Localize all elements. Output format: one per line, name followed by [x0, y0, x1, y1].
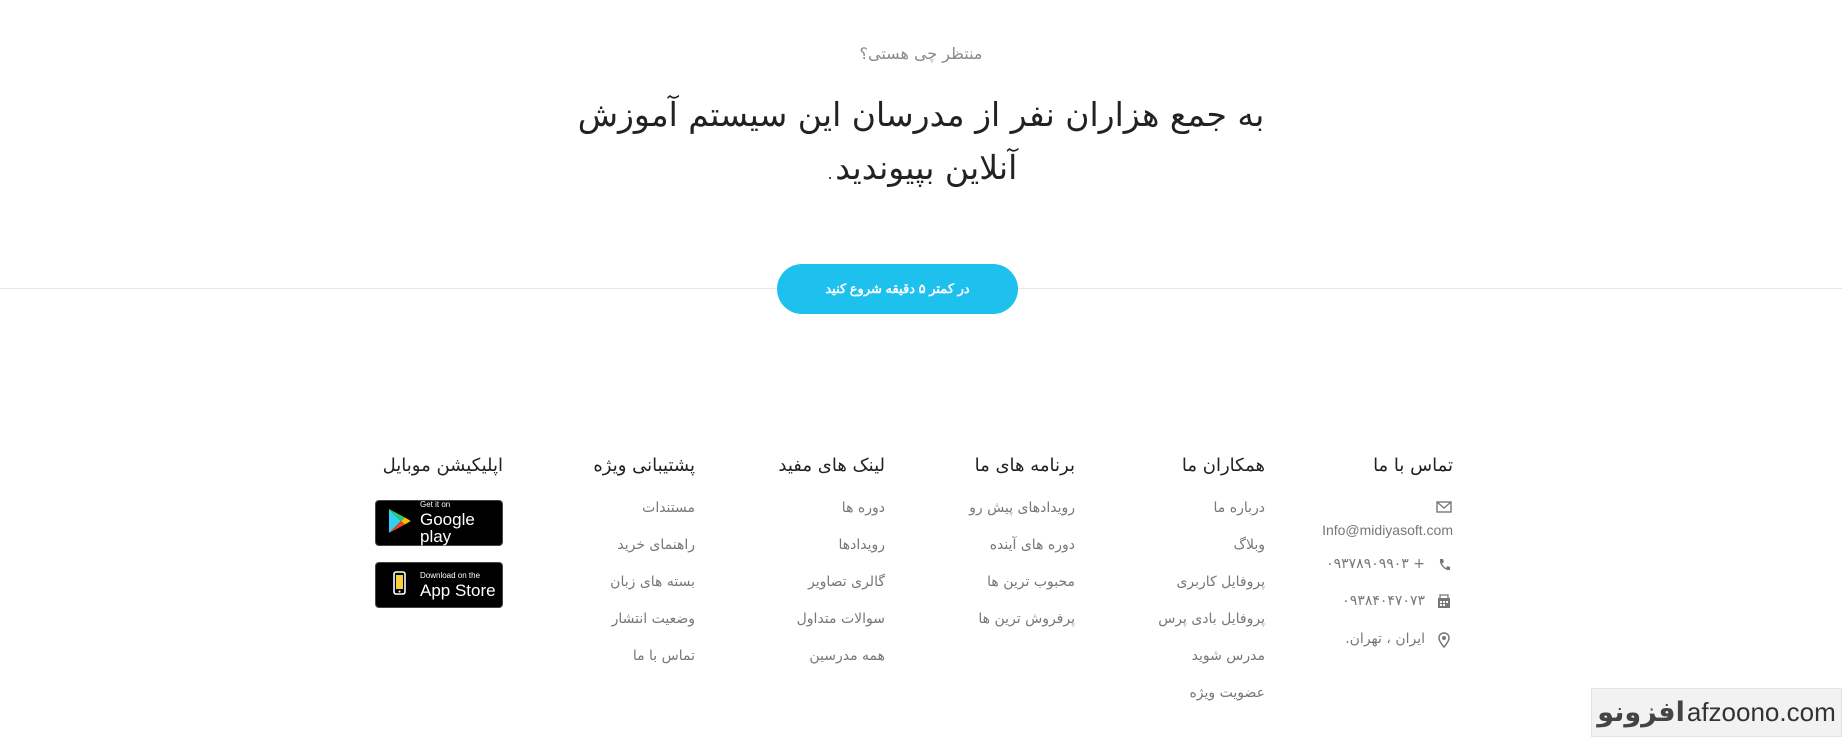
contact-phone: + ۰۹۳۷۸۹۰۹۹۰۳	[1326, 556, 1425, 572]
programs-links: رویدادهای پیش رو دوره های آینده محبوب تر…	[960, 498, 1075, 646]
footer-link-buddypress-profile[interactable]: پروفایل بادی پرس	[1150, 609, 1265, 646]
watermark-domain: afzoono.com	[1686, 697, 1836, 727]
footer-col-useful-links: لینک های مفید دوره ها رویدادها گالری تصا…	[770, 452, 885, 683]
contact-fax-item: ۰۹۳۸۴۰۴۷۰۷۳	[1318, 593, 1453, 631]
fax-icon	[1435, 593, 1453, 611]
watermark: افزونو afzoono.com	[1591, 688, 1842, 737]
footer-link-future-courses[interactable]: دوره های آینده	[960, 535, 1075, 572]
footer-link-events[interactable]: رویدادها	[770, 535, 885, 572]
footer-link-all-teachers[interactable]: همه مدرسین	[770, 646, 885, 683]
contact-email[interactable]: Info@midiyasoft.com	[1322, 522, 1453, 538]
footer-link-upcoming-events[interactable]: رویدادهای پیش رو	[960, 498, 1075, 535]
cta-heading: به جمع هزاران نفر از مدرسان این سیستم آم…	[577, 95, 1265, 187]
footer-link-docs[interactable]: مستندات	[580, 498, 695, 535]
footer-link-release-status[interactable]: وضعیت انتشار	[580, 609, 695, 646]
footer-link-about[interactable]: درباره ما	[1150, 498, 1265, 535]
app-store-badge[interactable]: Download on the App Store	[375, 562, 503, 608]
col-title-mobile-app: اپلیکیشن موبایل	[382, 455, 503, 476]
footer-col-partners: همکاران ما درباره ما وبلاگ پروفایل کاربر…	[1150, 452, 1265, 720]
useful-links: دوره ها رویدادها گالری تصاویر سوالات متد…	[770, 498, 885, 683]
contact-email-item: Info@midiyasoft.com	[1318, 498, 1453, 556]
phone-icon	[1435, 556, 1453, 574]
footer-link-contact-us[interactable]: تماس با ما	[580, 646, 695, 683]
support-links: مستندات راهنمای خرید بسته های زبان وضعیت…	[580, 498, 695, 683]
footer-col-mobile-app: اپلیکیشن موبایل	[375, 452, 503, 484]
footer-link-courses[interactable]: دوره ها	[770, 498, 885, 535]
phone-device-icon	[386, 569, 420, 601]
col-title-programs: برنامه های ما	[974, 455, 1075, 476]
footer-link-language-packs[interactable]: بسته های زبان	[580, 572, 695, 609]
app-store-small-text: Download on the	[420, 570, 481, 580]
footer-col-support: پشتیبانی ویژه مستندات راهنمای خرید بسته …	[580, 452, 695, 683]
footer-col-programs: برنامه های ما رویدادهای پیش رو دوره های …	[960, 452, 1075, 646]
footer-link-faq[interactable]: سوالات متداول	[770, 609, 885, 646]
footer-link-blog[interactable]: وبلاگ	[1150, 535, 1265, 572]
footer-col-contact: تماس با ما Info@midiyasoft.com + ۰۹۳۷۸۹۰…	[1318, 452, 1453, 649]
col-title-contact: تماس با ما	[1373, 455, 1453, 476]
contact-phone-item: + ۰۹۳۷۸۹۰۹۹۰۳	[1318, 556, 1453, 593]
contact-address-item: ایران ، تهران.	[1318, 631, 1453, 649]
footer-link-purchase-guide[interactable]: راهنمای خرید	[580, 535, 695, 572]
google-play-icon	[386, 507, 420, 539]
envelope-icon	[1435, 498, 1453, 516]
contact-address: ایران ، تهران.	[1345, 631, 1425, 647]
contact-fax: ۰۹۳۸۴۰۴۷۰۷۳	[1342, 593, 1425, 609]
footer-link-user-profile[interactable]: پروفایل کاربری	[1150, 572, 1265, 609]
footer-link-most-popular[interactable]: محبوب ترین ها	[960, 572, 1075, 609]
col-title-support: پشتیبانی ویژه	[593, 455, 695, 476]
col-title-useful-links: لینک های مفید	[778, 455, 885, 476]
partners-links: درباره ما وبلاگ پروفایل کاربری پروفایل ب…	[1150, 498, 1265, 720]
cta-eyebrow: منتظر چی هستی؟	[859, 44, 983, 63]
footer-link-best-sellers[interactable]: پرفروش ترین ها	[960, 609, 1075, 646]
app-store-big-text: App Store	[420, 580, 496, 600]
start-now-button[interactable]: در کمتر ۵ دقیقه شروع کنید	[777, 264, 1018, 314]
col-title-partners: همکاران ما	[1181, 455, 1265, 476]
watermark-logo: افزونو	[1597, 697, 1685, 728]
footer-link-gallery[interactable]: گالری تصاویر	[770, 572, 885, 609]
contact-list: Info@midiyasoft.com + ۰۹۳۷۸۹۰۹۹۰۳ ۰۹۳۸۴۰…	[1318, 498, 1453, 649]
footer-link-become-teacher[interactable]: مدرس شوید	[1150, 646, 1265, 683]
google-play-big-text: Google play	[420, 510, 475, 546]
map-marker-icon	[1435, 631, 1453, 649]
google-play-small-text: Get it on	[420, 500, 451, 509]
google-play-badge[interactable]: Get it on Google play	[375, 500, 503, 546]
footer-link-vip-membership[interactable]: عضویت ویژه	[1150, 683, 1265, 720]
